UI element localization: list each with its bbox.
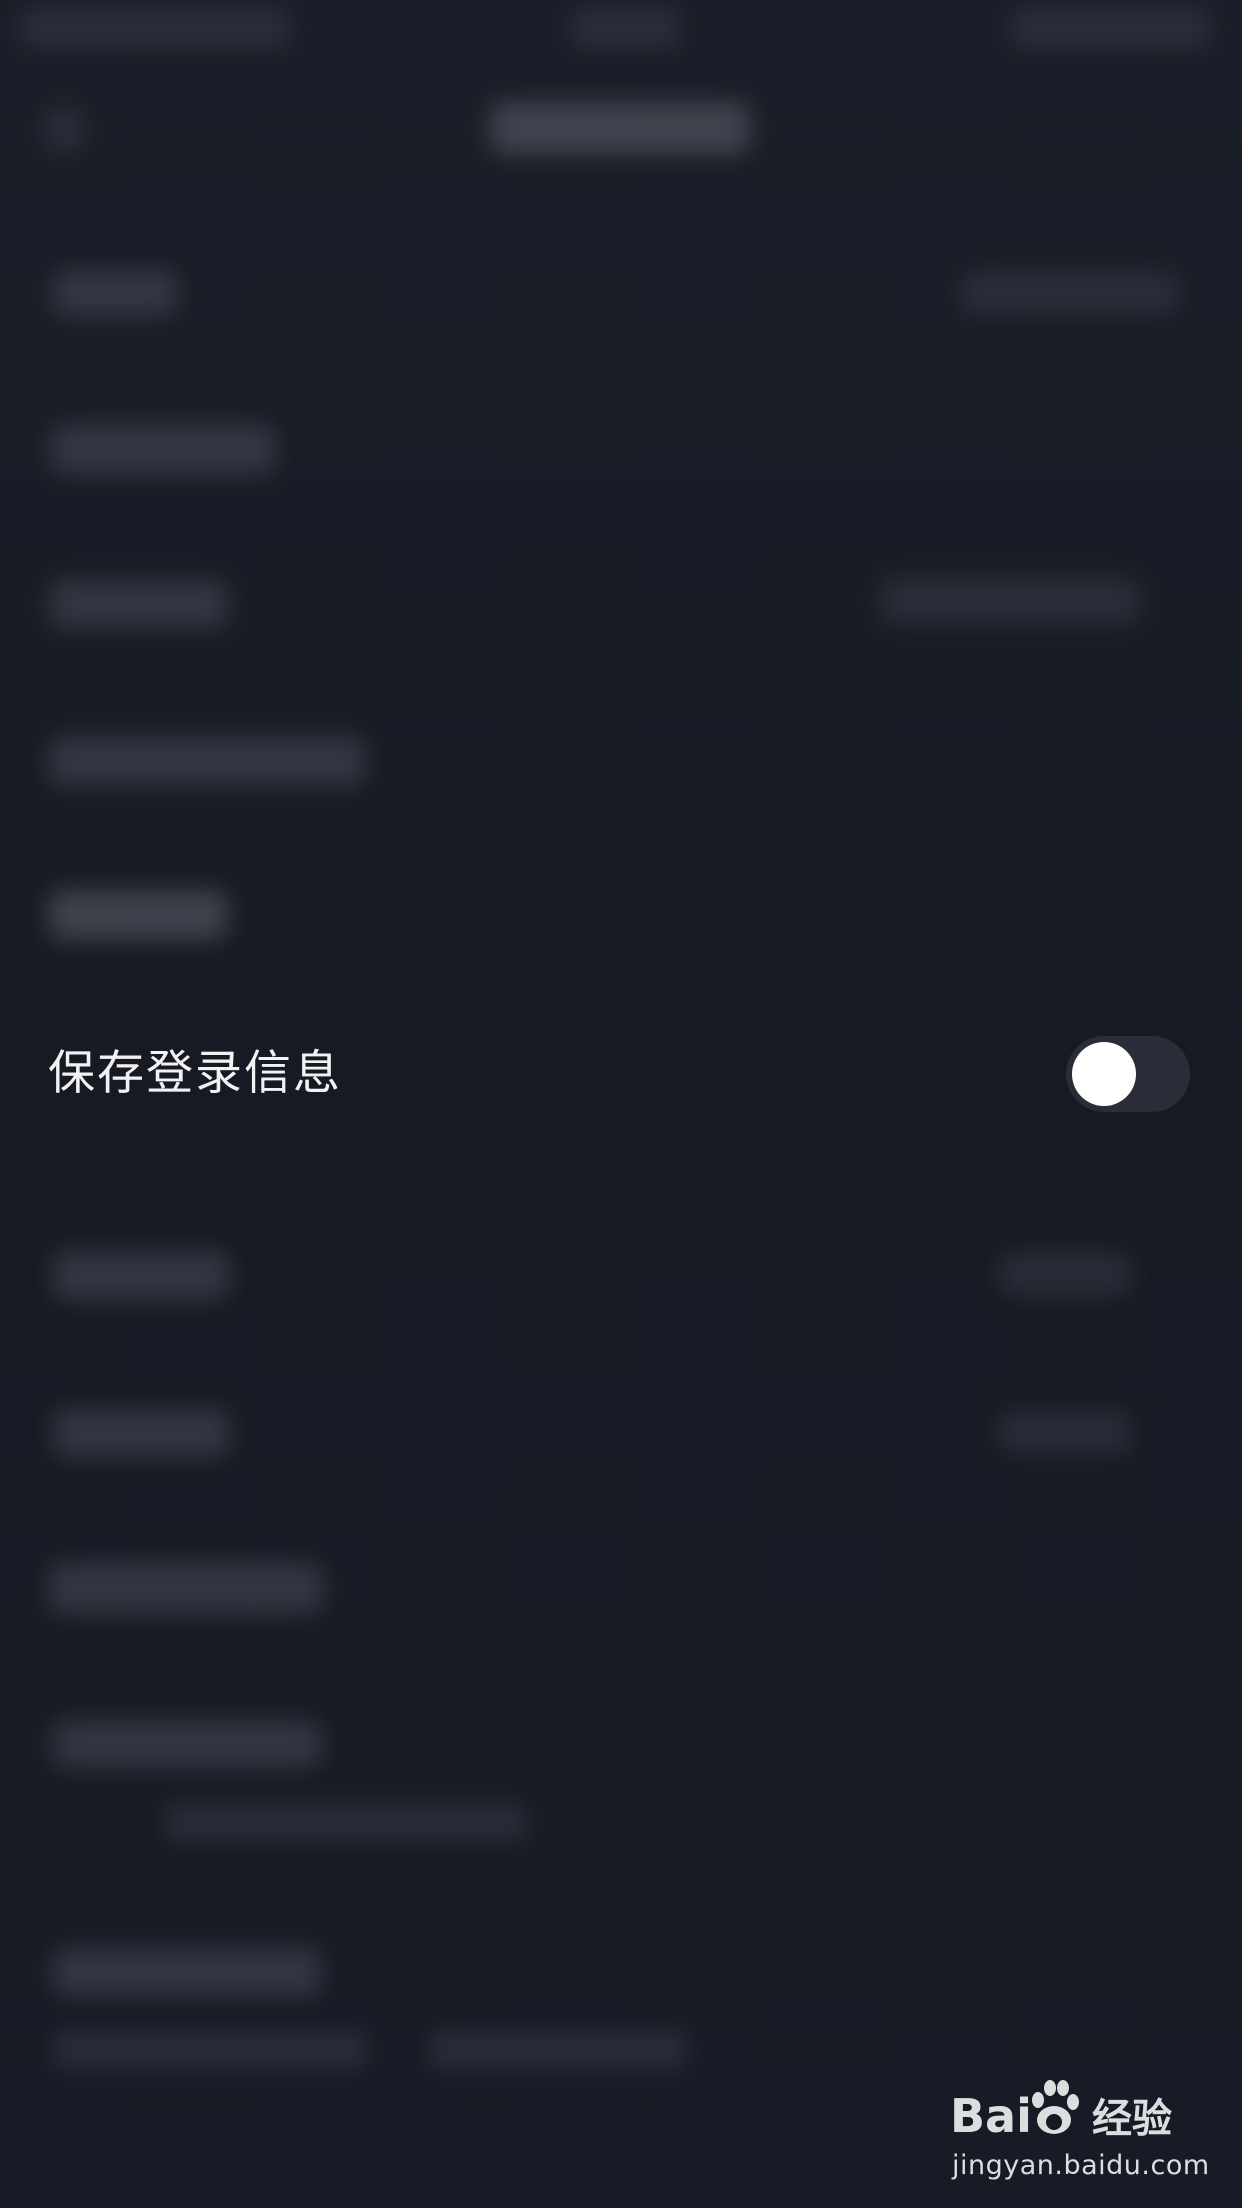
setting-row-4-label-blurred [48,736,366,786]
page-title-blurred [490,102,750,154]
status-bar-time-blurred [570,8,680,48]
back-button-blurred[interactable] [44,108,84,152]
setting-row-11-desc-2-blurred [428,2030,688,2070]
setting-row-10-desc-blurred [164,1802,528,1842]
status-bar-carrier-blurred [20,8,290,48]
setting-row-1-value-blurred [960,272,1180,314]
setting-row-2-label-blurred [50,424,276,474]
setting-row-3-value-blurred [880,578,1140,624]
settings-screen: 保存登录信息 Bai 经验 jingyan.baidu.com [0,0,1242,2208]
setting-row-11-desc-1-blurred [52,2030,368,2070]
svg-text:经验: 经验 [1092,2096,1172,2142]
setting-row-7-label-blurred [52,1250,230,1300]
toggle-knob [1072,1042,1136,1106]
setting-row-7-value-blurred [998,1252,1132,1296]
status-bar-battery-blurred [1010,8,1210,48]
save-login-label: 保存登录信息 [48,1046,342,1101]
setting-row-11-label-blurred [52,1948,322,1996]
baidu-jingyan-watermark: Bai 经验 jingyan.baidu.com [950,2070,1209,2190]
svg-text:Bai: Bai [950,2089,1032,2143]
setting-row-8-label-blurred [52,1408,230,1458]
save-login-row[interactable]: 保存登录信息 [0,1020,1242,1128]
setting-row-1-label-blurred [52,270,178,316]
watermark-url: jingyan.baidu.com [952,2150,1210,2181]
save-login-toggle[interactable] [1066,1036,1190,1112]
setting-row-8-value-blurred [998,1410,1132,1454]
setting-row-10-label-blurred [52,1720,322,1768]
setting-row-9-label-blurred [48,1562,324,1614]
baidu-jingyan-logo: Bai 经验 [950,2080,1172,2143]
setting-row-5-label-blurred [48,890,228,940]
setting-row-3-label-blurred [50,580,228,628]
